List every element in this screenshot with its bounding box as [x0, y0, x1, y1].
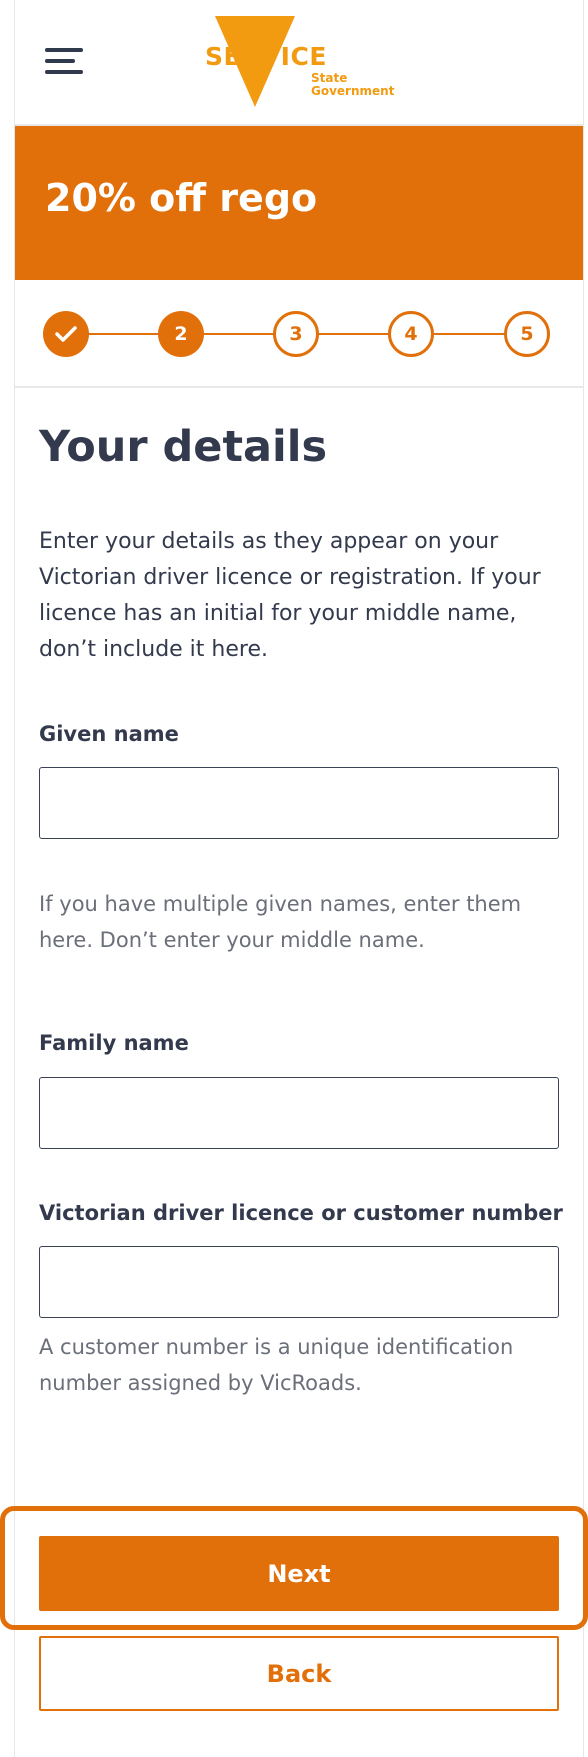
site-header: SERVICE State Government — [15, 0, 583, 126]
service-victoria-logo[interactable]: SERVICE State Government — [205, 14, 425, 109]
family-name-label: Family name — [39, 1031, 189, 1055]
step-3: 3 — [273, 311, 319, 357]
family-name-input[interactable] — [39, 1077, 559, 1149]
logo-text: SERVICE — [205, 42, 327, 71]
given-name-hint: If you have multiple given names, enter … — [39, 892, 522, 952]
step-1-complete — [43, 311, 89, 357]
progress-stepper: 2 3 4 5 — [15, 280, 583, 388]
banner-title: 20% off rego — [45, 176, 318, 220]
hamburger-menu-icon[interactable] — [45, 48, 83, 74]
given-name-input[interactable] — [39, 767, 559, 839]
checkmark-icon — [55, 326, 77, 342]
step-4: 4 — [388, 311, 434, 357]
back-button[interactable]: Back — [39, 1636, 559, 1711]
page-title: Your details — [39, 422, 328, 472]
next-button[interactable]: Next — [39, 1536, 559, 1611]
step-5: 5 — [504, 311, 550, 357]
licence-number-input[interactable] — [39, 1246, 559, 1318]
intro-text: Enter your details as they appear on you… — [39, 529, 541, 662]
given-name-label: Given name — [39, 722, 179, 746]
licence-number-label: Victorian driver licence or customer num… — [39, 1201, 563, 1225]
page-container: SERVICE State Government 20% off rego 2 … — [15, 0, 583, 1757]
step-2-current: 2 — [158, 311, 204, 357]
logo-subtext: State Government — [311, 71, 395, 98]
licence-number-hint: A customer number is a unique identifica… — [39, 1335, 514, 1395]
page-banner: 20% off rego — [15, 126, 583, 280]
